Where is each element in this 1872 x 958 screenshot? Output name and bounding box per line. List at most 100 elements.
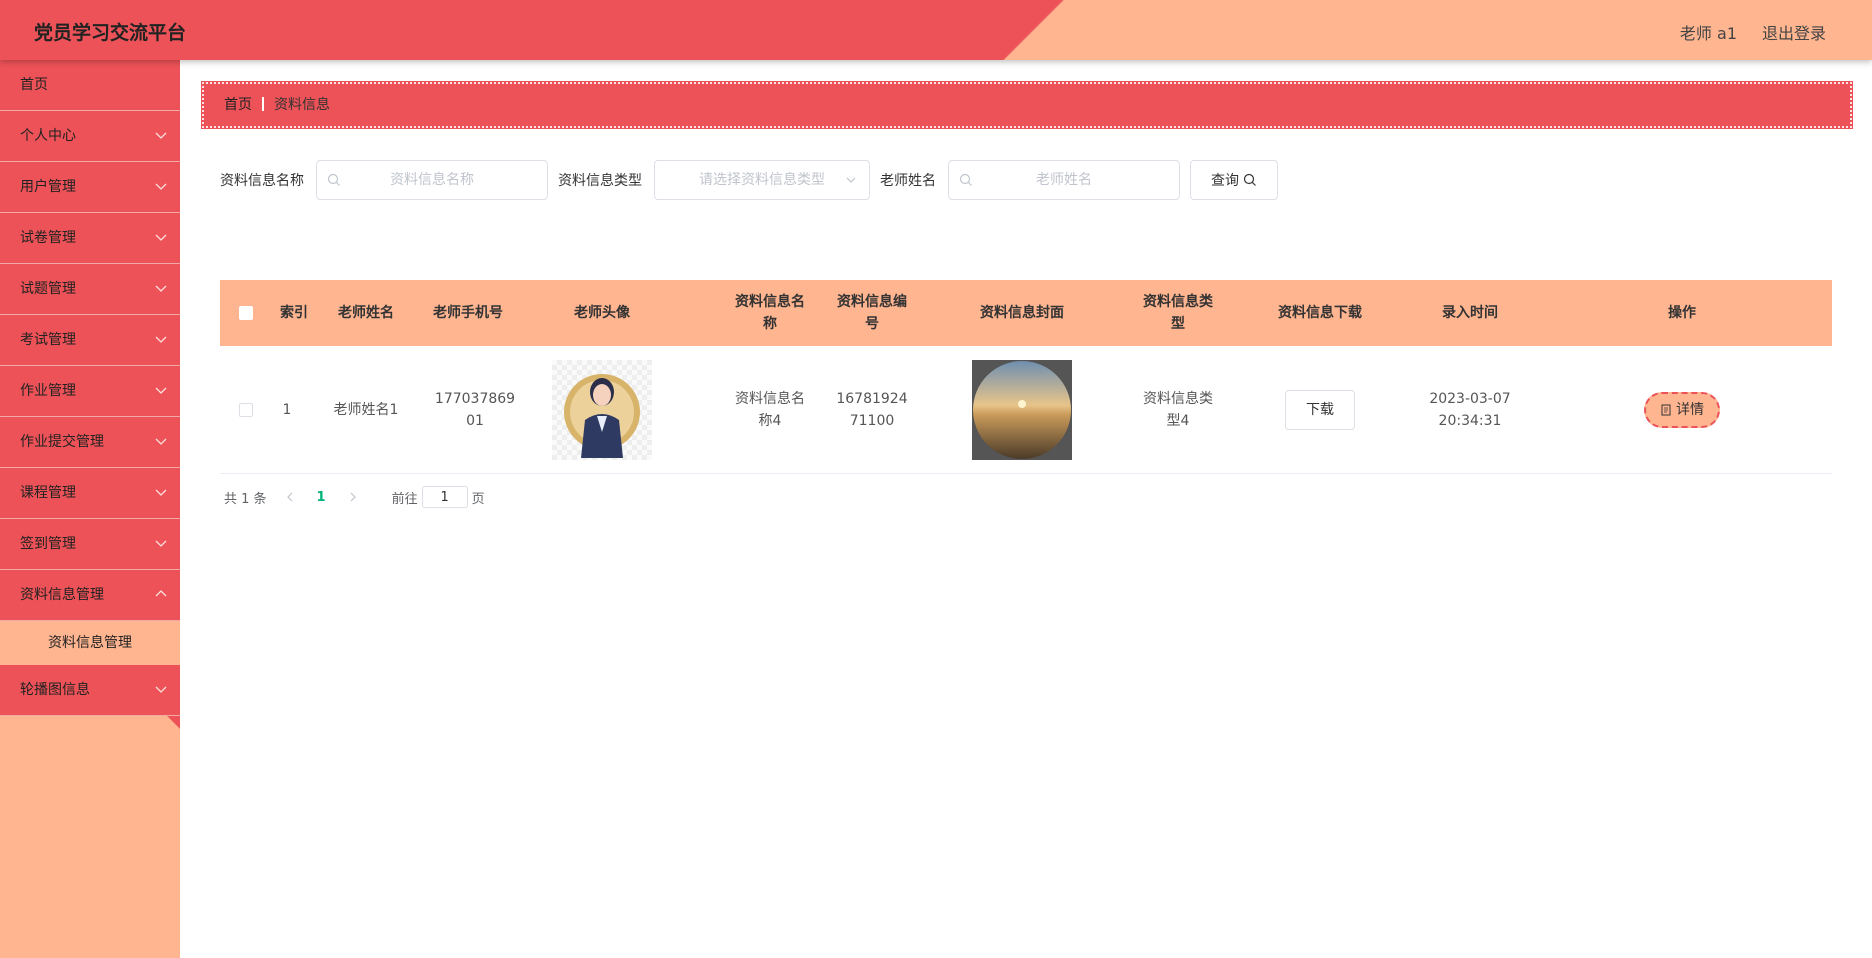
- table-header: 索引 老师姓名 老师手机号 老师头像 资料信息名称 资料信息编号 资料信息封面 …: [220, 280, 1832, 346]
- pagination-goto-suffix: 页: [471, 491, 485, 507]
- row-cover-cell: [940, 346, 1104, 473]
- logout-link[interactable]: 退出登录: [1762, 20, 1826, 44]
- sidebar-item-label: 考试管理: [20, 332, 76, 348]
- chevron-down-icon: [155, 540, 167, 547]
- row-avatar-cell: [520, 346, 684, 473]
- name-label: 资料信息名称: [220, 173, 304, 189]
- type-select-placeholder: 请选择资料信息类型: [699, 172, 825, 188]
- row-material-type: 资料信息类型4: [1143, 390, 1213, 429]
- sidebar-item-label: 试题管理: [20, 281, 76, 297]
- download-button[interactable]: 下载: [1285, 389, 1355, 430]
- sidebar-item-courses[interactable]: 课程管理: [0, 468, 180, 519]
- sidebar-item-label: 首页: [20, 77, 48, 93]
- header-teacher-phone: 老师手机号: [433, 305, 503, 321]
- sidebar-item-checkin[interactable]: 签到管理: [0, 519, 180, 570]
- sidebar-item-homework[interactable]: 作业管理: [0, 366, 180, 417]
- pagination-goto-label: 前往: [391, 491, 418, 507]
- chevron-down-icon: [155, 336, 167, 343]
- chevron-down-icon: [155, 489, 167, 496]
- search-icon: [327, 173, 340, 186]
- chevron-up-icon: [155, 590, 167, 597]
- select-all-checkbox[interactable]: [239, 306, 253, 320]
- sidebar-item-exams[interactable]: 考试管理: [0, 315, 180, 366]
- sidebar-item-carousel[interactable]: 轮播图信息: [0, 665, 180, 716]
- header-index: 索引: [280, 305, 308, 321]
- query-button[interactable]: 查询: [1190, 160, 1278, 200]
- search-form: 资料信息名称 资料信息类型 请选择资料信息类型 老师姓名 查询: [220, 160, 1278, 200]
- breadcrumb-separator: [262, 97, 264, 111]
- table-row: 1 老师姓名1 17703786901 资料信息名称4 167819247110…: [220, 346, 1832, 474]
- sidebar-item-label: 个人中心: [20, 128, 76, 144]
- detail-button[interactable]: 详情: [1644, 391, 1720, 428]
- sidebar-item-label: 试卷管理: [20, 230, 76, 246]
- breadcrumb-home[interactable]: 首页: [224, 97, 252, 113]
- sidebar-item-papers[interactable]: 试卷管理: [0, 213, 180, 264]
- row-material-code: 1678192471100: [836, 390, 908, 429]
- app-title: 党员学习交流平台: [34, 22, 187, 44]
- sidebar-subitem-materials[interactable]: 资料信息管理: [0, 621, 180, 665]
- chevron-right-icon[interactable]: [346, 490, 360, 504]
- name-search-input[interactable]: [317, 161, 547, 199]
- breadcrumb: 首页 资料信息: [201, 81, 1853, 129]
- materials-table: 索引 老师姓名 老师手机号 老师头像 资料信息名称 资料信息编号 资料信息封面 …: [220, 280, 1832, 474]
- top-header: 党员学习交流平台 老师 a1 退出登录: [0, 0, 1872, 60]
- teacher-search-input[interactable]: [949, 161, 1179, 199]
- chevron-down-icon: [155, 686, 167, 693]
- document-icon: [1661, 404, 1671, 415]
- pagination-goto-input[interactable]: [421, 486, 468, 508]
- type-select[interactable]: 请选择资料信息类型: [654, 160, 870, 200]
- sidebar-item-label: 作业管理: [20, 383, 76, 399]
- row-checkbox[interactable]: [239, 402, 253, 417]
- teacher-search-field: [948, 160, 1180, 200]
- pagination: 共 1 条 1 前往 页: [224, 486, 485, 508]
- row-select-cell: [220, 346, 272, 473]
- sidebar-item-users[interactable]: 用户管理: [0, 162, 180, 213]
- header-material-cover: 资料信息封面: [980, 305, 1064, 321]
- breadcrumb-current: 资料信息: [274, 97, 330, 113]
- header-material-download: 资料信息下载: [1278, 305, 1362, 321]
- sidebar-item-personal-center[interactable]: 个人中心: [0, 111, 180, 162]
- header-teacher-avatar: 老师头像: [574, 305, 630, 321]
- sidebar-item-label: 资料信息管理: [20, 587, 104, 603]
- main-content: 首页 资料信息 资料信息名称 资料信息类型 请选择资料信息类型 老师姓名 查询 索…: [180, 60, 1872, 958]
- chevron-down-icon: [846, 177, 856, 183]
- sidebar: 首页 个人中心 用户管理 试卷管理 试题管理 考试管理 作业管理 作业提交管理 …: [0, 60, 180, 958]
- detail-button-label: 详情: [1676, 401, 1704, 418]
- header-material-type: 资料信息类型: [1143, 294, 1213, 332]
- teacher-avatar-image[interactable]: [552, 359, 652, 460]
- chevron-down-icon: [155, 438, 167, 445]
- header-action: 操作: [1668, 305, 1696, 321]
- sidebar-item-materials[interactable]: 资料信息管理: [0, 570, 180, 621]
- sidebar-item-homework-submission[interactable]: 作业提交管理: [0, 417, 180, 468]
- search-icon: [1243, 173, 1256, 186]
- sidebar-item-label: 作业提交管理: [20, 434, 104, 450]
- material-cover-image[interactable]: [972, 359, 1072, 460]
- row-action-cell: 详情: [1590, 346, 1774, 473]
- pagination-total: 共 1 条: [224, 491, 267, 507]
- header-select-all-cell: [220, 280, 272, 346]
- sidebar-item-questions[interactable]: 试题管理: [0, 264, 180, 315]
- cover-photo-illustration: [972, 359, 1072, 460]
- search-icon: [959, 173, 972, 186]
- teacher-label: 老师姓名: [880, 173, 936, 189]
- sidebar-item-label: 轮播图信息: [20, 682, 90, 698]
- chevron-left-icon[interactable]: [283, 490, 297, 504]
- header-teacher-name: 老师姓名: [338, 305, 394, 321]
- chevron-down-icon: [155, 183, 167, 190]
- chevron-down-icon: [155, 234, 167, 241]
- chevron-down-icon: [155, 132, 167, 139]
- chevron-down-icon: [155, 285, 167, 292]
- row-teacher-name: 老师姓名1: [333, 401, 399, 418]
- header-entry-time: 录入时间: [1442, 305, 1498, 321]
- sidebar-item-label: 用户管理: [20, 179, 76, 195]
- row-material-name: 资料信息名称4: [735, 390, 805, 429]
- name-search-field: [316, 160, 548, 200]
- query-button-label: 查询: [1211, 173, 1239, 189]
- current-user: 老师 a1: [1679, 24, 1737, 43]
- pagination-page-1[interactable]: 1: [317, 490, 326, 505]
- row-entry-time: 2023-03-07 20:34:31: [1429, 390, 1511, 429]
- header-material-name: 资料信息名称: [735, 294, 805, 332]
- sidebar-item-label: 课程管理: [20, 485, 76, 501]
- sidebar-item-label: 签到管理: [20, 536, 76, 552]
- sidebar-item-home[interactable]: 首页: [0, 60, 180, 111]
